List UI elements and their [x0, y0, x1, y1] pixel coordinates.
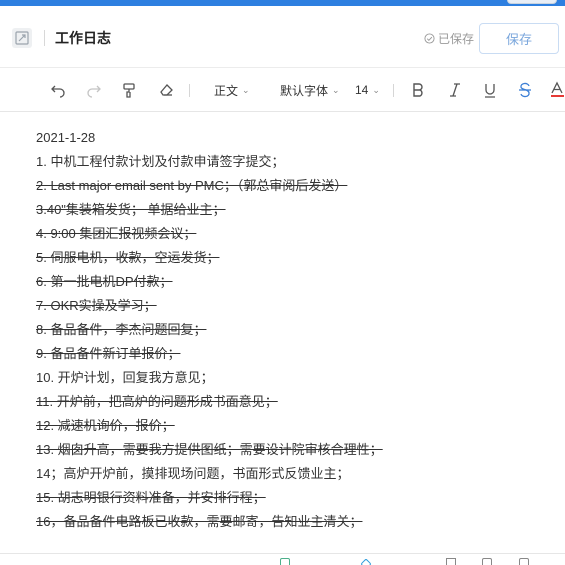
bold-icon[interactable]: [411, 80, 425, 100]
footer-divider: [0, 553, 565, 554]
document-line: 6. 第一批电机DP付款；: [36, 274, 173, 289]
document-line: 16，备品备件电路板已收款，需要邮寄，告知业主清关；: [36, 514, 363, 529]
eraser-icon[interactable]: [158, 80, 174, 100]
format-painter-icon[interactable]: [121, 80, 137, 100]
window-corner-button[interactable]: [507, 0, 557, 4]
footer-checkbox-icon[interactable]: [280, 558, 290, 565]
title-bar: 工作日志 已保存 保存: [0, 6, 565, 68]
undo-icon[interactable]: [50, 80, 66, 100]
footer-tag-icon[interactable]: [360, 558, 372, 565]
footer-box-icon[interactable]: [482, 558, 492, 565]
chevron-down-icon: ⌄: [372, 84, 380, 95]
document-line: 2. Last major email sent by PMC；（郭总审阅后发送…: [36, 178, 348, 193]
document-line: 4. 9:00 集团汇报视频会议；: [36, 226, 197, 241]
font-family-value: 默认字体: [280, 83, 329, 98]
document-line: 2021-1-28: [36, 130, 96, 145]
font-family-select[interactable]: 默认字体 ⌄: [280, 80, 340, 100]
underline-icon[interactable]: [483, 80, 497, 100]
document-line: 5. 伺服电机，收款，空运发货；: [36, 250, 220, 265]
strikethrough-icon[interactable]: [518, 80, 532, 100]
document-line: 7. OKR实操及学习；: [36, 298, 157, 313]
check-circle-icon: [424, 33, 435, 44]
document-line: 3.40"集装箱发货； 单据给业主；: [36, 202, 226, 217]
document-line: 1. 中机工程付款计划及付款申请签字提交；: [36, 154, 285, 169]
footer-menu-icon[interactable]: [519, 558, 529, 565]
toolbar-separator: [189, 84, 190, 97]
font-color-icon[interactable]: [550, 80, 564, 100]
document-line: 9. 备品备件新订单报价；: [36, 346, 181, 361]
document-body[interactable]: 2021-1-28 1. 中机工程付款计划及付款申请签字提交； 2. Last ma…: [36, 126, 536, 534]
save-status: 已保存: [424, 30, 474, 47]
document-line: 15. 胡志明银行资料准备，并安排行程；: [36, 490, 266, 505]
document-line: 14；高炉开炉前，摸排现场问题，书面形式反馈业主；: [36, 466, 350, 481]
chevron-down-icon: ⌄: [242, 84, 250, 95]
footer-shield-icon[interactable]: [446, 558, 456, 565]
page-title: 工作日志: [55, 30, 111, 46]
chevron-down-icon: ⌄: [332, 84, 340, 95]
font-size-select[interactable]: 14 ⌄: [355, 80, 380, 100]
title-divider: [44, 30, 45, 46]
editor-toolbar: 正文 ⌄ 默认字体 ⌄ 14 ⌄: [0, 68, 565, 112]
paragraph-style-select[interactable]: 正文 ⌄: [214, 80, 250, 100]
font-size-value: 14: [355, 83, 369, 97]
document-line: 12. 减速机询价，报价；: [36, 418, 175, 433]
footer-bar: [0, 556, 565, 565]
save-status-label: 已保存: [438, 32, 475, 46]
document-line: 11. 开炉前，把高炉的问题形成书面意见；: [36, 394, 278, 409]
italic-icon[interactable]: [448, 80, 462, 100]
save-button[interactable]: 保存: [479, 23, 559, 54]
document-line: 13. 烟囱升高，需要我方提供图纸；需要设计院审核合理性；: [36, 442, 383, 457]
toolbar-separator: [393, 84, 394, 97]
document-line: 10. 开炉计划，回复我方意见；: [36, 370, 214, 385]
redo-icon[interactable]: [86, 80, 102, 100]
document-line: 8. 备品备件，李杰问题回复；: [36, 322, 207, 337]
paragraph-style-value: 正文: [214, 83, 239, 98]
document-type-icon[interactable]: [12, 28, 32, 48]
